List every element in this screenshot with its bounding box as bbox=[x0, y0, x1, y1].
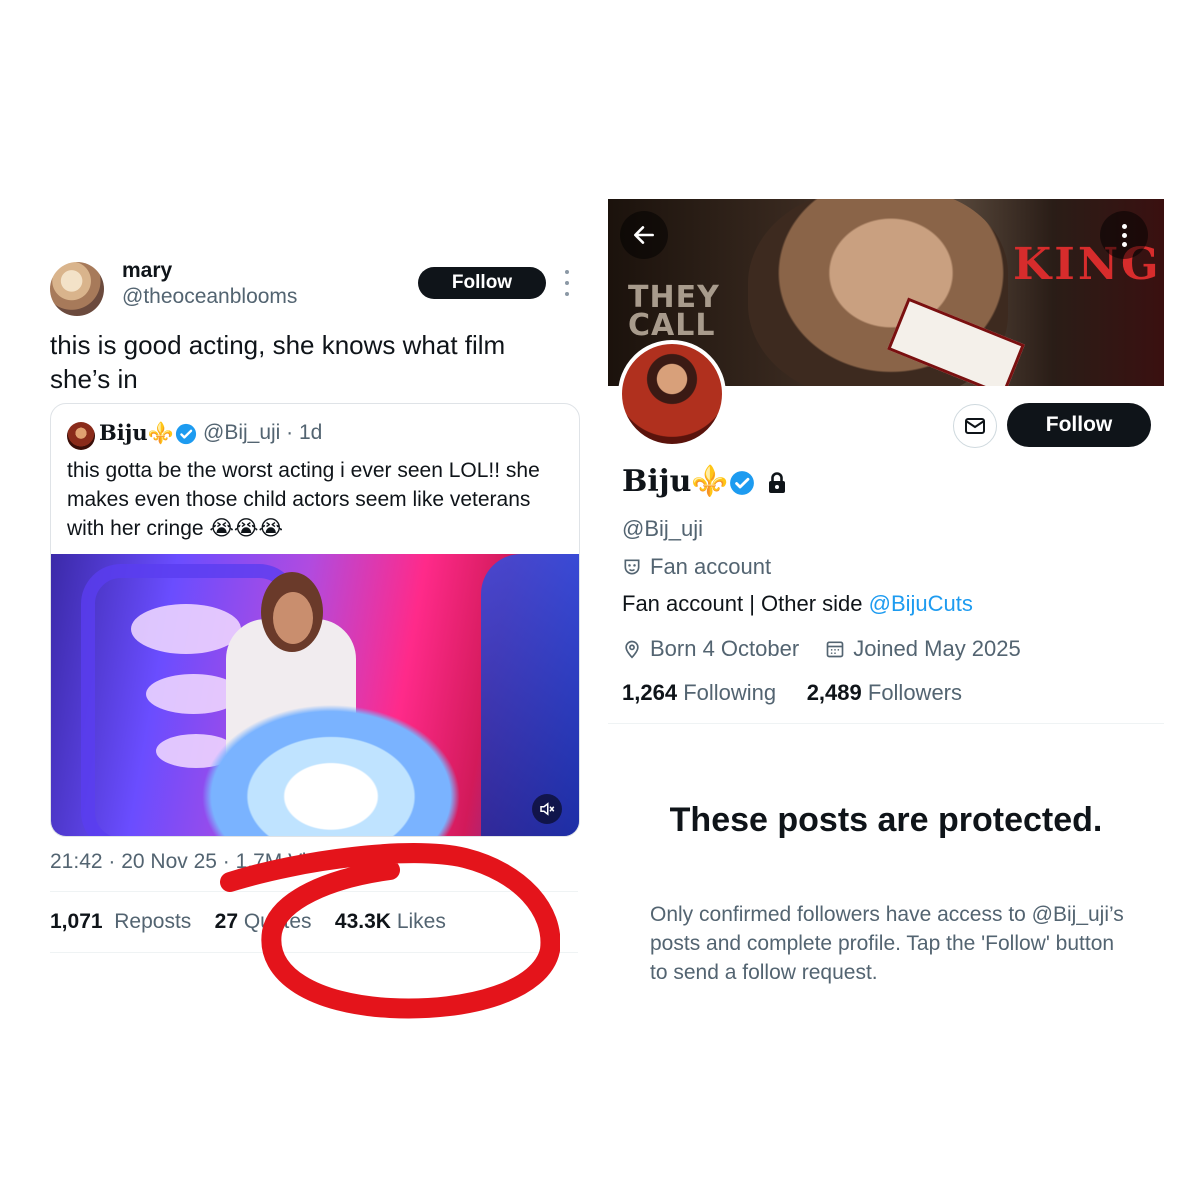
banner-text: THEY CALL bbox=[628, 280, 720, 343]
author-handle[interactable]: @theoceanblooms bbox=[122, 285, 297, 309]
masks-icon bbox=[624, 559, 640, 575]
author-name[interactable]: mary bbox=[122, 259, 172, 283]
profile-follow-button[interactable]: Follow bbox=[1007, 403, 1151, 447]
quote-avatar[interactable] bbox=[67, 422, 95, 450]
profile-bio: Fan account | Other side @BijuCuts bbox=[622, 591, 973, 617]
profile-handle: @Bij_uji bbox=[622, 516, 704, 541]
quoted-tweet[interactable]: Biju⚜️ @Bij_uji · 1d this gotta be the w… bbox=[50, 403, 580, 837]
location-pin-icon bbox=[625, 640, 639, 659]
tweet-panel: mary @theoceanblooms Follow this is good… bbox=[0, 0, 600, 1200]
following-link[interactable]: 1,264 Following bbox=[622, 680, 776, 705]
verified-badge-icon bbox=[175, 423, 197, 445]
follow-button[interactable]: Follow bbox=[418, 267, 546, 299]
divider bbox=[608, 723, 1164, 724]
profile-meta: Born 4 October Joined May 2025 bbox=[622, 636, 1021, 662]
verified-badge-icon[interactable] bbox=[729, 470, 755, 496]
back-arrow-icon[interactable] bbox=[620, 211, 668, 259]
quote-handle-time: @Bij_uji · 1d bbox=[203, 421, 323, 444]
avatar[interactable] bbox=[50, 262, 104, 316]
tweet-text: this is good acting, she knows what film… bbox=[50, 330, 506, 394]
more-options-icon[interactable] bbox=[1100, 211, 1148, 259]
follow-counts: 1,264 Following 2,489 Followers bbox=[622, 680, 962, 706]
reposts-label[interactable]: Reposts bbox=[108, 910, 208, 933]
quote-author-name[interactable]: Biju⚜️ bbox=[99, 420, 174, 446]
reposts-count[interactable]: 1,071 bbox=[50, 910, 103, 933]
calendar-icon bbox=[826, 641, 844, 658]
video-person-face bbox=[273, 592, 313, 644]
message-icon[interactable] bbox=[953, 404, 997, 448]
profile-avatar[interactable] bbox=[618, 340, 726, 448]
quote-video[interactable] bbox=[51, 554, 579, 836]
born-date: Born 4 October bbox=[650, 636, 800, 661]
category-label: Fan account bbox=[650, 554, 772, 579]
more-options-icon[interactable] bbox=[560, 270, 574, 296]
profile-category: Fan account bbox=[622, 554, 771, 580]
red-circle-annotation bbox=[220, 843, 560, 1019]
profile-name: Biju⚜️ bbox=[622, 464, 729, 499]
followers-link[interactable]: 2,489 Followers bbox=[807, 680, 962, 705]
joined-date: Joined May 2025 bbox=[853, 636, 1021, 661]
mute-icon[interactable] bbox=[532, 794, 562, 824]
bio-link[interactable]: @BijuCuts bbox=[869, 591, 973, 616]
protected-title: These posts are protected. bbox=[669, 801, 1103, 839]
video-decor-arc bbox=[131, 604, 241, 654]
quote-text: this gotta be the worst acting i ever se… bbox=[67, 459, 540, 540]
lock-icon bbox=[769, 472, 785, 493]
video-decor-right bbox=[481, 554, 579, 836]
bio-text: Fan account | Other side bbox=[622, 591, 869, 616]
protected-description: Only confirmed followers have access to … bbox=[650, 903, 1124, 984]
video-ice-effect bbox=[201, 704, 461, 836]
